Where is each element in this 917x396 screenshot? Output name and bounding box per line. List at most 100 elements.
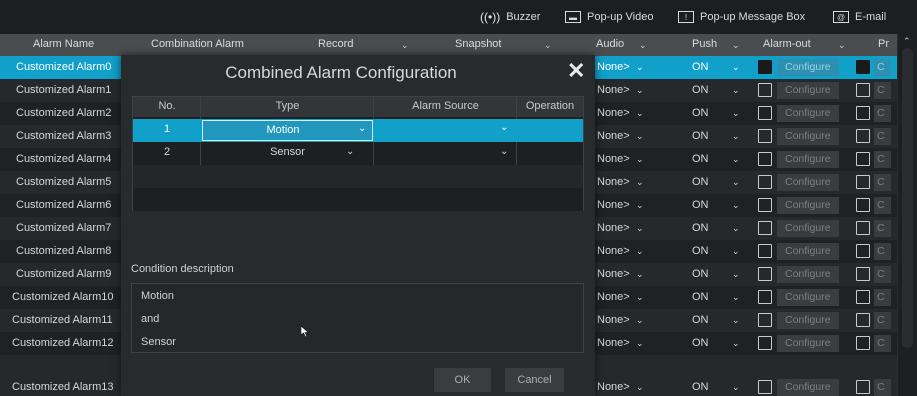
alarm-out-configure-button[interactable]: Configure — [777, 243, 839, 260]
push-value[interactable]: ON — [692, 107, 709, 119]
preset-checkbox[interactable] — [856, 267, 870, 281]
preset-configure-button[interactable]: C — [874, 379, 891, 396]
chevron-down-icon[interactable]: ⌄ — [636, 269, 644, 280]
chevron-down-icon[interactable]: ⌄ — [636, 223, 644, 234]
chevron-down-icon[interactable]: ⌄ — [636, 292, 644, 303]
alarm-out-configure-button[interactable]: Configure — [777, 379, 839, 396]
push-value[interactable]: ON — [692, 245, 709, 257]
chevron-down-icon[interactable]: ⌄ — [732, 382, 740, 393]
alarm-out-configure-button[interactable]: Configure — [777, 59, 839, 76]
chevron-down-icon[interactable]: ⌄ — [636, 338, 644, 349]
chevron-down-icon[interactable]: ⌄ — [732, 200, 740, 211]
audio-value[interactable]: None> — [597, 61, 630, 73]
preset-checkbox[interactable] — [856, 380, 870, 394]
audio-value[interactable]: None> — [597, 176, 630, 188]
preset-configure-button[interactable]: C — [874, 82, 891, 99]
chevron-down-icon[interactable]: ⌄ — [636, 315, 644, 326]
preset-configure-button[interactable]: C — [874, 335, 891, 352]
alarm-out-checkbox[interactable] — [758, 198, 772, 212]
chevron-down-icon[interactable]: ⌄ — [732, 177, 740, 188]
preset-checkbox[interactable] — [856, 313, 870, 327]
alarm-out-checkbox[interactable] — [758, 83, 772, 97]
chevron-down-icon[interactable]: ⌄ — [732, 40, 740, 51]
push-value[interactable]: ON — [692, 222, 709, 234]
preset-checkbox[interactable] — [856, 129, 870, 143]
preset-checkbox[interactable] — [856, 336, 870, 350]
email-option[interactable]: @ E-mail — [833, 9, 886, 25]
push-value[interactable]: ON — [692, 381, 709, 393]
audio-value[interactable]: None> — [597, 107, 630, 119]
push-value[interactable]: ON — [692, 130, 709, 142]
audio-value[interactable]: None> — [597, 314, 630, 326]
preset-checkbox[interactable] — [856, 290, 870, 304]
alarm-out-configure-button[interactable]: Configure — [777, 82, 839, 99]
preset-configure-button[interactable]: C — [874, 151, 891, 168]
audio-value[interactable]: None> — [597, 337, 630, 349]
alarm-out-configure-button[interactable]: Configure — [777, 128, 839, 145]
alarm-out-checkbox[interactable] — [758, 380, 772, 394]
preset-configure-button[interactable]: C — [874, 59, 891, 76]
chevron-down-icon[interactable]: ⌄ — [732, 131, 740, 142]
scroll-thumb[interactable] — [902, 48, 913, 348]
buzzer-option[interactable]: ((•)) Buzzer — [480, 9, 540, 25]
push-value[interactable]: ON — [692, 153, 709, 165]
alarm-out-configure-button[interactable]: Configure — [777, 220, 839, 237]
source-row[interactable]: 2 Sensor ⌄ ⌄ — [133, 142, 583, 165]
audio-value[interactable]: None> — [597, 291, 630, 303]
audio-value[interactable]: None> — [597, 222, 630, 234]
alarm-out-configure-button[interactable]: Configure — [777, 266, 839, 283]
alarm-out-checkbox[interactable] — [758, 60, 772, 74]
chevron-down-icon[interactable]: ⌄ — [636, 246, 644, 257]
preset-configure-button[interactable]: C — [874, 174, 891, 191]
popup-message-option[interactable]: ! Pop-up Message Box — [678, 9, 805, 25]
col-snapshot[interactable]: Snapshot — [455, 38, 501, 50]
preset-configure-button[interactable]: C — [874, 105, 891, 122]
alarm-source-select[interactable]: ⌄ — [375, 120, 517, 141]
preset-checkbox[interactable] — [856, 60, 870, 74]
alarm-out-checkbox[interactable] — [758, 221, 772, 235]
alarm-out-configure-button[interactable]: Configure — [777, 105, 839, 122]
chevron-down-icon[interactable]: ⌄ — [544, 40, 552, 51]
preset-configure-button[interactable]: C — [874, 312, 891, 329]
alarm-out-checkbox[interactable] — [758, 290, 772, 304]
chevron-down-icon[interactable]: ⌄ — [636, 200, 644, 211]
chevron-down-icon[interactable]: ⌄ — [732, 269, 740, 280]
alarm-out-checkbox[interactable] — [758, 244, 772, 258]
alarm-out-configure-button[interactable]: Configure — [777, 289, 839, 306]
type-select[interactable]: Motion ⌄ — [202, 120, 373, 141]
push-value[interactable]: ON — [692, 291, 709, 303]
push-value[interactable]: ON — [692, 199, 709, 211]
popup-video-option[interactable]: ▬ Pop-up Video — [565, 9, 653, 25]
alarm-out-configure-button[interactable]: Configure — [777, 312, 839, 329]
chevron-down-icon[interactable]: ⌄ — [636, 382, 644, 393]
chevron-down-icon[interactable]: ⌄ — [732, 315, 740, 326]
preset-checkbox[interactable] — [856, 244, 870, 258]
alarm-out-checkbox[interactable] — [758, 267, 772, 281]
chevron-down-icon[interactable]: ⌄ — [732, 292, 740, 303]
col-record[interactable]: Record — [318, 38, 353, 50]
chevron-down-icon[interactable]: ⌄ — [636, 131, 644, 142]
preset-configure-button[interactable]: C — [874, 220, 891, 237]
chevron-down-icon[interactable]: ⌄ — [732, 154, 740, 165]
alarm-out-checkbox[interactable] — [758, 152, 772, 166]
audio-value[interactable]: None> — [597, 381, 630, 393]
preset-configure-button[interactable]: C — [874, 266, 891, 283]
preset-checkbox[interactable] — [856, 175, 870, 189]
audio-value[interactable]: None> — [597, 199, 630, 211]
chevron-down-icon[interactable]: ⌄ — [732, 85, 740, 96]
chevron-down-icon[interactable]: ⌄ — [838, 40, 846, 51]
chevron-down-icon[interactable]: ⌄ — [636, 108, 644, 119]
push-value[interactable]: ON — [692, 84, 709, 96]
chevron-down-icon[interactable]: ⌄ — [636, 154, 644, 165]
preset-configure-button[interactable]: C — [874, 197, 891, 214]
preset-checkbox[interactable] — [856, 221, 870, 235]
chevron-down-icon[interactable]: ⌄ — [636, 177, 644, 188]
preset-checkbox[interactable] — [856, 106, 870, 120]
alarm-out-configure-button[interactable]: Configure — [777, 335, 839, 352]
preset-configure-button[interactable]: C — [874, 289, 891, 306]
alarm-out-checkbox[interactable] — [758, 313, 772, 327]
scroll-up-icon[interactable]: ⌃ — [903, 36, 911, 47]
cancel-button[interactable]: Cancel — [505, 368, 564, 392]
close-icon[interactable]: ✕ — [567, 59, 585, 83]
push-value[interactable]: ON — [692, 176, 709, 188]
